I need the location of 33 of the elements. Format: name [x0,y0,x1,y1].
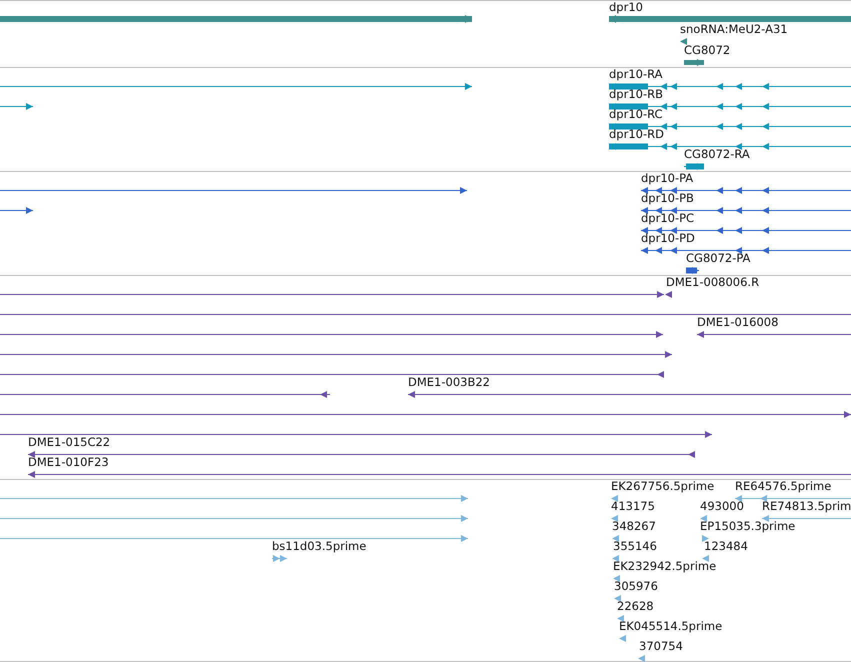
feature-label: dpr10-PD [641,232,695,245]
feature-label: dpr10-RC [609,108,663,121]
feature-label: 305976 [614,580,658,593]
feature-label: EK045514.5prime [619,620,722,633]
feature-label: DME1-015C22 [28,436,110,449]
feature-label: RE74813.5prim [762,500,851,513]
feature-label: EK267756.5prime [611,480,714,493]
feature-label: EP15035.3prime [700,520,796,533]
feature-label: dpr10-PC [641,212,694,225]
feature-label: dpr10-RD [609,128,664,141]
feature-label: DME1-008006.R [666,276,760,289]
feature-label: CG8072-PA [686,252,750,265]
feature-label: CG8072 [684,44,730,57]
feature-label: 413175 [611,500,655,513]
feature-label: DME1-003B22 [408,376,490,389]
feature-label: 22628 [617,600,654,613]
feature-label: 348267 [612,520,656,533]
feature-label: DME1-016008 [697,316,778,329]
feature-label: DME1-010F23 [28,456,109,469]
feature-label: dpr10-PB [641,192,694,205]
feature-label: CG8072-RA [684,148,750,161]
feature-label: 123484 [704,540,748,553]
feature-label: 355146 [613,540,657,553]
feature-label: dpr10-RB [609,88,663,101]
feature-label: dpr10-RA [609,68,663,81]
feature-label: bs11d03.5prime [272,540,366,553]
feature-label: dpr10-PA [641,172,694,185]
feature-label: RE64576.5prime [735,480,832,493]
feature-label: dpr10 [609,1,643,14]
feature-label: 493000 [700,500,744,513]
feature-label: snoRNA:MeU2-A31 [680,23,788,36]
feature-label: 370754 [639,640,683,653]
feature-label: EK232942.5prime [613,560,716,573]
